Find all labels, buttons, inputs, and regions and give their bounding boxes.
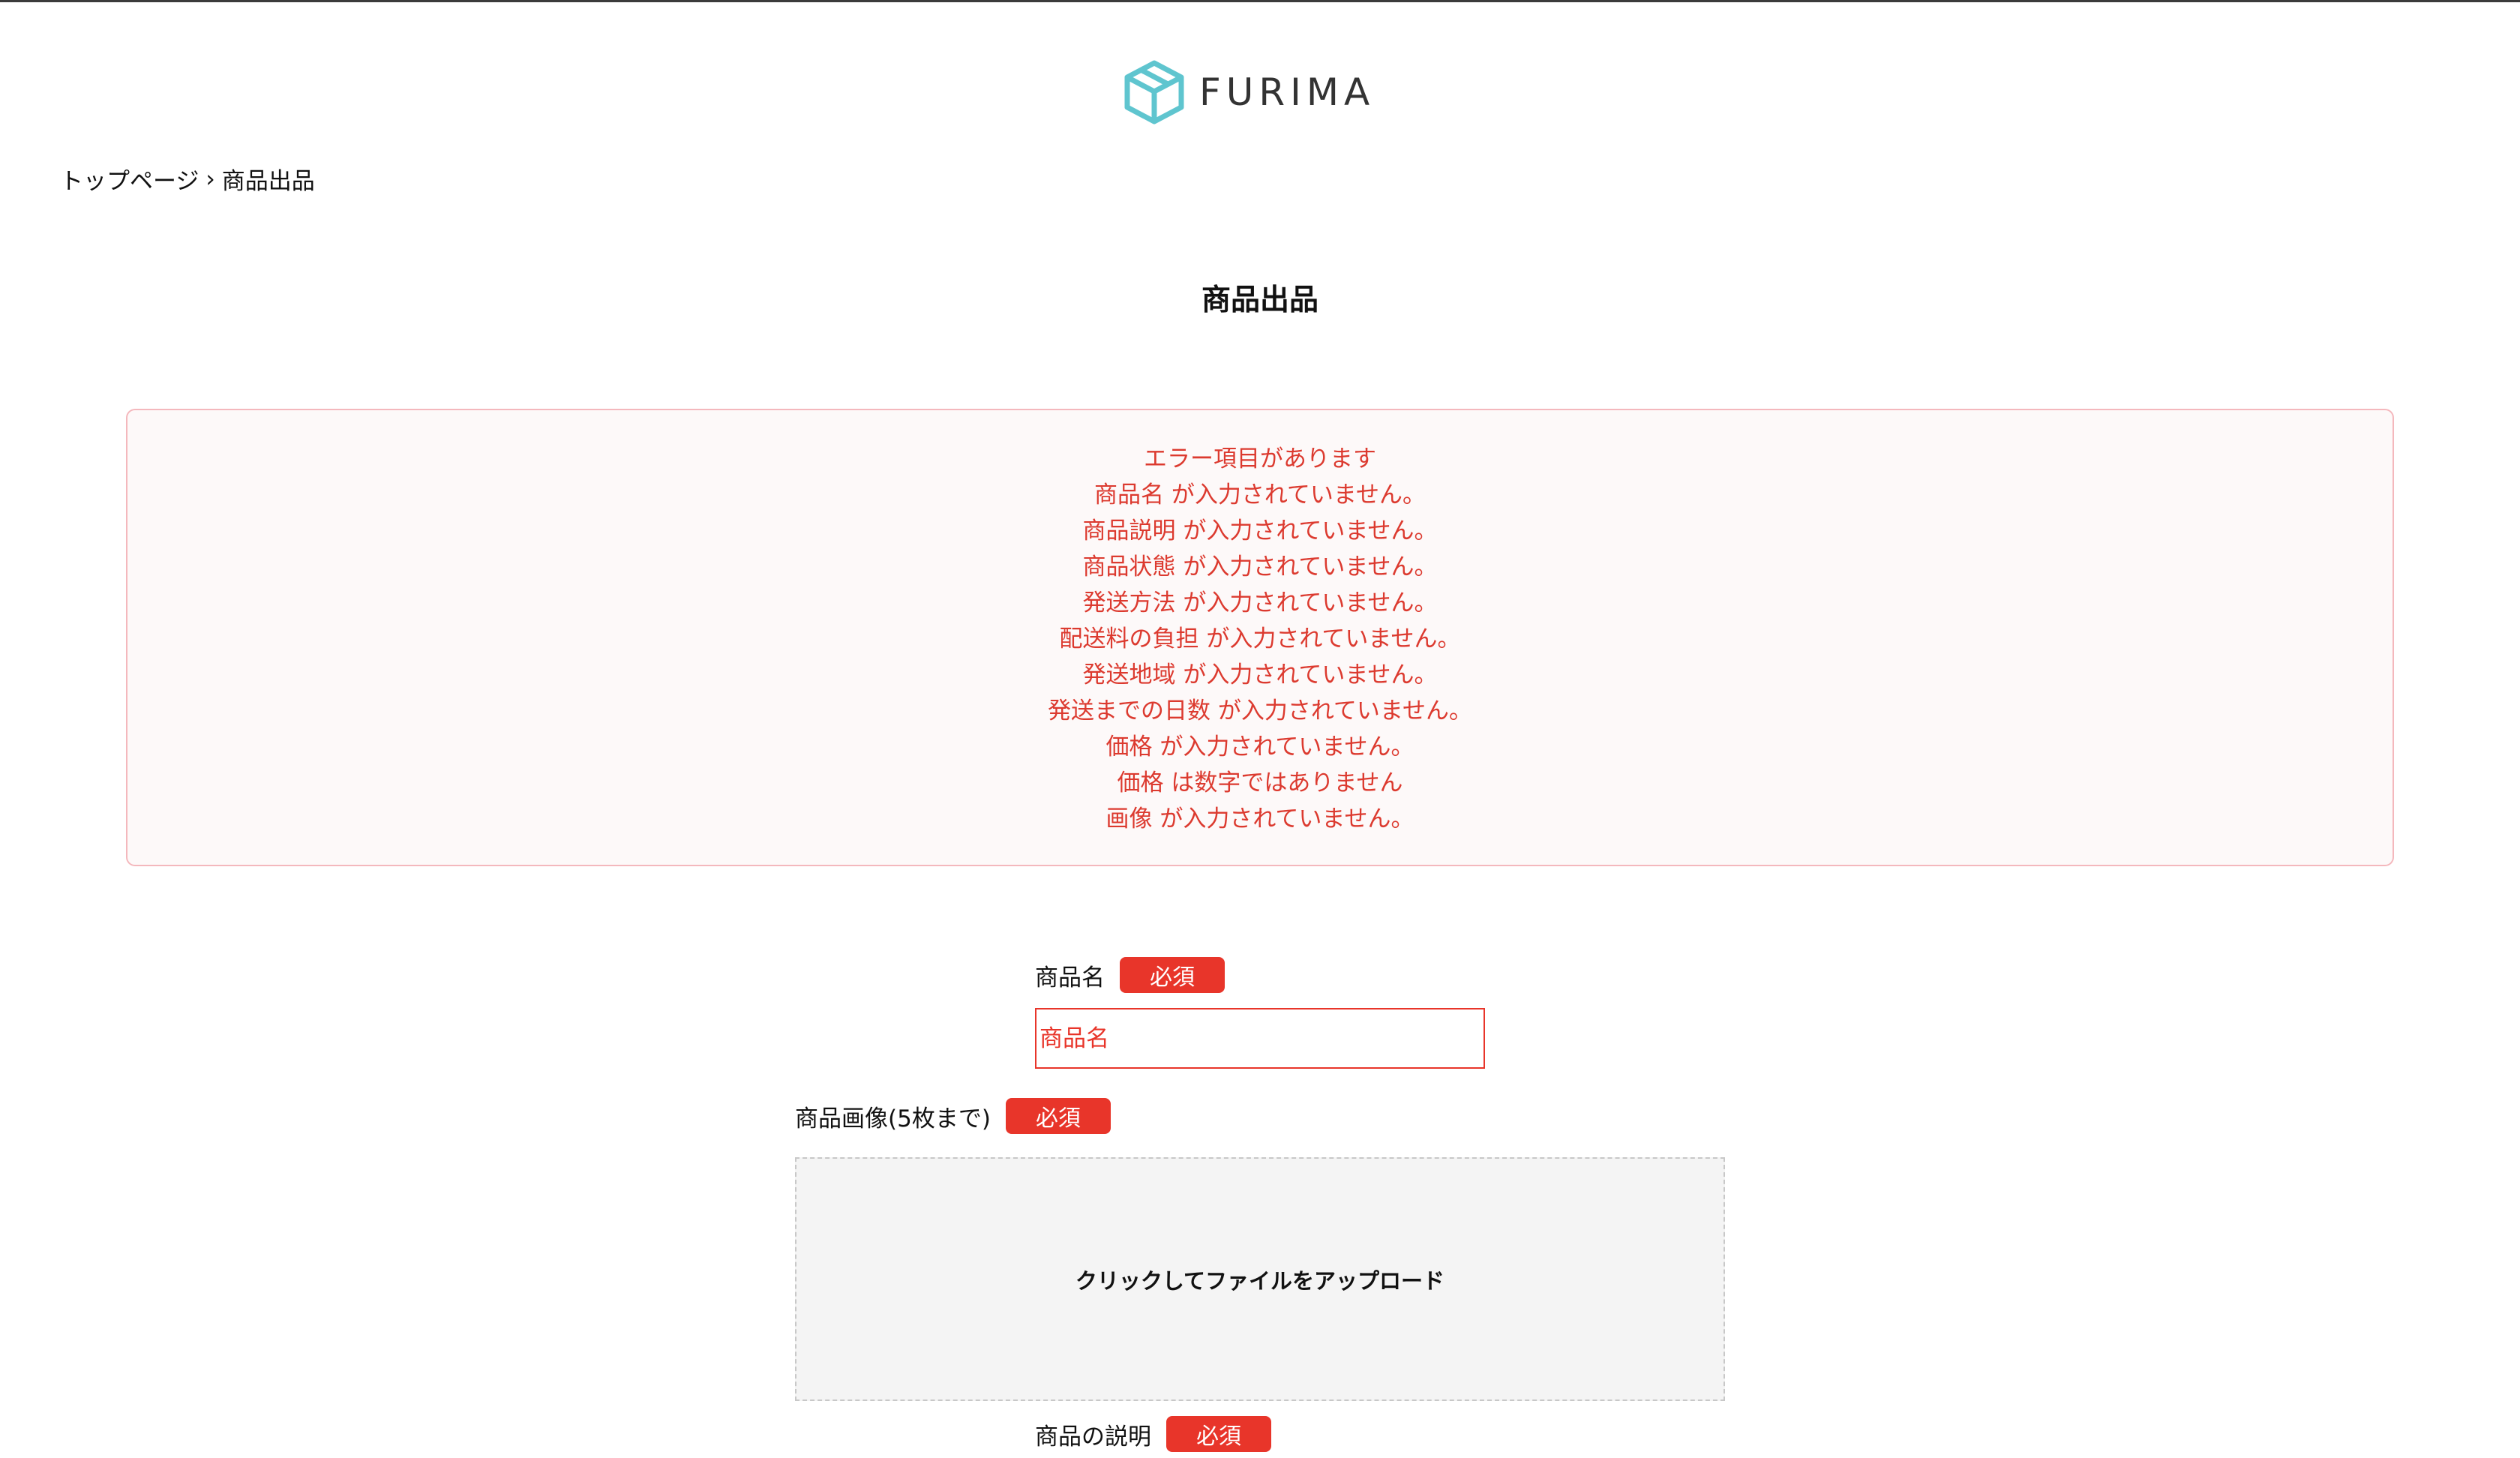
logo-text: FURIMA bbox=[1199, 70, 1376, 114]
product-name-input[interactable] bbox=[1035, 1008, 1485, 1069]
breadcrumb: トップページ › 商品出品 bbox=[60, 162, 315, 196]
error-heading: エラー項目があります bbox=[1144, 446, 1376, 472]
error-message: 商品説明 が入力されていません。 bbox=[1082, 518, 1438, 544]
image-upload-dropzone[interactable]: クリックしてファイルをアップロード bbox=[795, 1157, 1725, 1401]
required-badge: 必須 bbox=[1120, 957, 1225, 993]
error-message: 発送までの日数 が入力されていません。 bbox=[1048, 698, 1472, 724]
required-badge: 必須 bbox=[1005, 1098, 1111, 1134]
images-label: 商品画像(5枚まで) bbox=[795, 1105, 991, 1132]
name-label-row: 商品名 必須 bbox=[1035, 956, 1225, 994]
cube-logo-icon bbox=[1124, 60, 1184, 124]
error-message: 商品名 が入力されていません。 bbox=[1094, 482, 1426, 508]
breadcrumb-current: 商品出品 bbox=[221, 168, 315, 195]
required-badge: 必須 bbox=[1166, 1416, 1271, 1452]
error-message: 価格 は数字ではありません bbox=[1117, 770, 1403, 796]
error-message: 発送地域 が入力されていません。 bbox=[1082, 662, 1438, 688]
error-message: 画像 が入力されていません。 bbox=[1106, 806, 1414, 832]
error-message: 価格 が入力されていません。 bbox=[1106, 734, 1414, 760]
upload-prompt: クリックしてファイルをアップロード bbox=[1075, 1268, 1445, 1294]
description-label: 商品の説明 bbox=[1035, 1423, 1151, 1450]
name-label: 商品名 bbox=[1035, 964, 1105, 992]
furima-logo[interactable]: FURIMA bbox=[1123, 58, 1375, 126]
breadcrumb-home-link[interactable]: トップページ bbox=[60, 162, 199, 196]
page-title: 商品出品 bbox=[1201, 284, 1318, 317]
error-message: 発送方法 が入力されていません。 bbox=[1082, 590, 1438, 616]
error-message: 商品状態 が入力されていません。 bbox=[1082, 554, 1438, 580]
description-label-row: 商品の説明 必須 bbox=[1035, 1415, 1271, 1453]
error-messages-box: エラー項目があります 商品名 が入力されていません。 商品説明 が入力されていま… bbox=[126, 409, 2394, 866]
breadcrumb-separator: › bbox=[206, 165, 215, 193]
error-message: 配送料の負担 が入力されていません。 bbox=[1059, 626, 1461, 652]
images-label-row: 商品画像(5枚まで) 必須 bbox=[795, 1097, 1111, 1135]
